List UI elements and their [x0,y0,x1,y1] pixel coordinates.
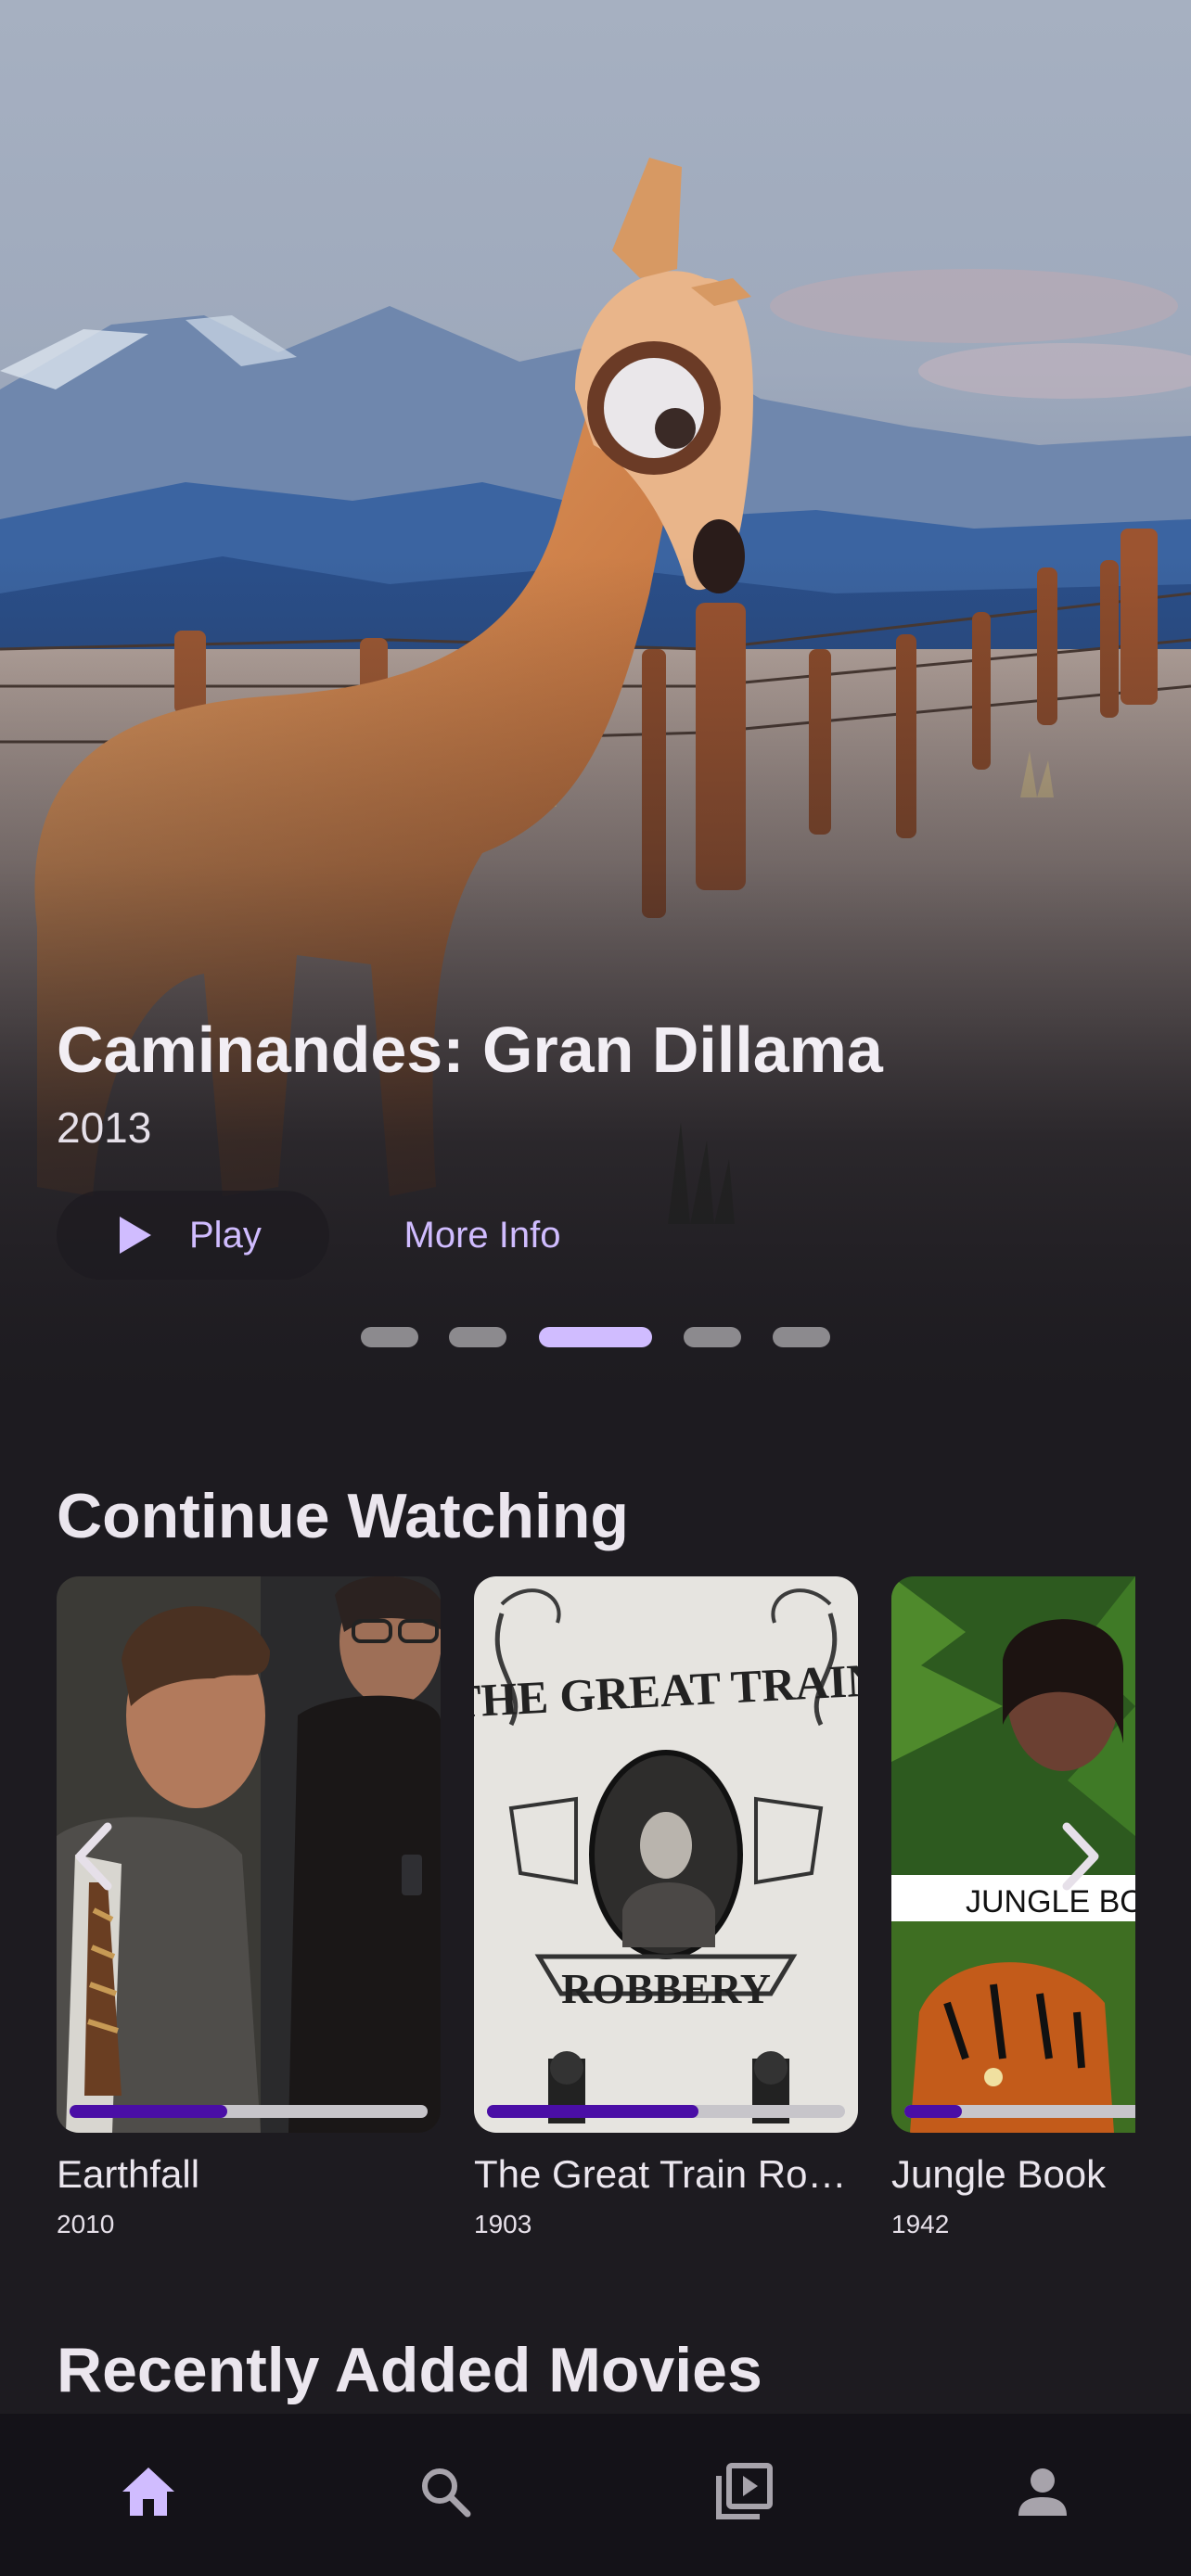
progress-bar [70,2105,428,2118]
progress-bar-fill [904,2105,963,2118]
progress-bar-fill [70,2105,227,2118]
progress-bar [487,2105,845,2118]
progress-bar [904,2105,1135,2118]
hero-title: Caminandes: Gran Dillama [57,1014,883,1086]
search-icon [422,2468,471,2518]
continue-watching-card-great-train-robbery[interactable]: THE GREAT TRAIN ROBBERY [474,1576,858,2133]
play-button-label: Play [189,1215,262,1256]
nav-home[interactable] [111,2455,186,2529]
hero-gradient-overlay [0,0,1191,1391]
nav-library[interactable] [707,2455,781,2529]
carousel-dot-active[interactable] [539,1327,652,1347]
chevron-right-icon[interactable] [1052,1819,1108,1894]
library-icon [716,2463,773,2519]
carousel-indicator [0,1327,1191,1347]
poster-title-bottom: ROBBERY [561,1965,771,2012]
bottom-navigation-bar [0,2414,1191,2576]
card-year: 1942 [891,2210,950,2238]
card-title: Jungle Book [891,2152,1107,2196]
nav-profile[interactable] [1005,2455,1080,2529]
carousel-dot[interactable] [449,1327,506,1347]
profile-icon [1018,2468,1067,2516]
carousel-dot[interactable] [773,1327,830,1347]
poster-title: JUNGLE BO [966,1884,1135,1919]
home-icon [122,2468,174,2516]
more-info-button[interactable]: More Info [371,1191,594,1280]
continue-watching-heading: Continue Watching [57,1481,629,1551]
carousel-dot[interactable] [684,1327,741,1347]
great-train-robbery-poster: THE GREAT TRAIN ROBBERY [474,1576,858,2133]
chevron-left-icon[interactable] [67,1819,122,1894]
card-title: Earthfall [57,2152,200,2196]
play-button[interactable]: Play [57,1191,329,1280]
card-year: 2010 [57,2210,115,2238]
recently-added-heading: Recently Added Movies [57,2335,762,2405]
hero-banner[interactable]: Caminandes: Gran Dillama 2013 Play More … [0,0,1191,1391]
nav-search[interactable] [408,2455,482,2529]
carousel-dot[interactable] [361,1327,418,1347]
card-title: The Great Train Rob… [474,2152,858,2196]
card-year: 1903 [474,2210,532,2238]
more-info-label: More Info [403,1215,561,1256]
hero-year: 2013 [57,1103,152,1152]
play-icon [120,1217,151,1254]
progress-bar-fill [487,2105,698,2118]
